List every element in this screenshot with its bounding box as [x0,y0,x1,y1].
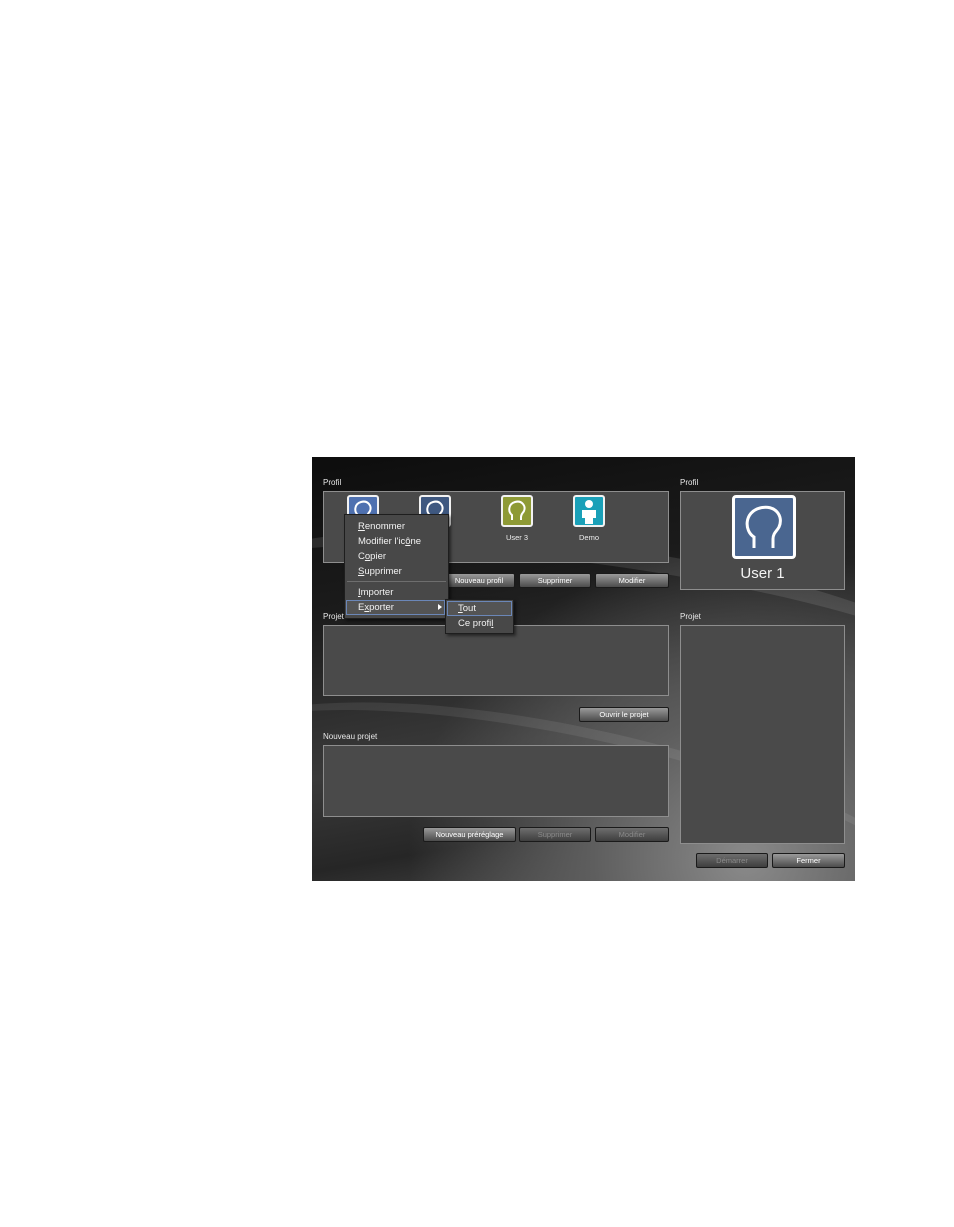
submenu-arrow-icon [438,604,442,610]
new-project-label: Nouveau projet [323,732,378,741]
new-project-list[interactable] [323,745,669,817]
profile-name: User 3 [505,533,529,542]
menu-item-delete[interactable]: Supprimer [358,566,402,577]
new-profile-button[interactable]: Nouveau profil [443,573,515,588]
close-button[interactable]: Fermer [772,853,845,868]
delete-project-button[interactable]: Supprimer [519,827,591,842]
submenu-item-all[interactable]: Tout [458,603,476,614]
start-button[interactable]: Démarrer [696,853,768,868]
menu-item-copy[interactable]: Copier [358,551,386,562]
user-head-icon [732,495,796,559]
menu-separator [347,581,446,582]
profile-section-label: Profil [323,478,342,487]
edit-profile-button[interactable]: Modifier [595,573,669,588]
submenu-item-highlight [447,601,512,616]
context-menu: Renommer Modifier l'icône Copier Supprim… [344,514,449,619]
user-head-icon [501,495,533,527]
project-label: Projet [680,612,701,621]
selected-user-name: User 1 [740,565,785,582]
project-panel [680,625,845,844]
selected-profile-label: Profil [680,478,699,487]
menu-item-export[interactable]: Exporter [358,602,394,613]
new-preset-button[interactable]: Nouveau préréglage [423,827,516,842]
profile-tile-user3[interactable]: User 3 [487,495,547,542]
delete-profile-button[interactable]: Supprimer [519,573,591,588]
submenu-item-this-profile[interactable]: Ce profil [458,618,493,629]
export-submenu: Tout Ce profil [445,599,514,634]
profile-name: Demo [578,533,599,542]
recent-project-list[interactable] [323,625,669,696]
profile-tile-demo[interactable]: Demo [559,495,619,542]
menu-item-rename[interactable]: Renommer [358,521,405,532]
edit-project-button[interactable]: Modifier [595,827,669,842]
open-project-button[interactable]: Ouvrir le projet [579,707,669,722]
profile-manager-window: Profil User 3 Demo Nouveau profil Suppri… [312,457,855,881]
menu-item-change-icon[interactable]: Modifier l'icône [358,536,421,547]
menu-item-import[interactable]: Importer [358,587,393,598]
person-icon [573,495,605,527]
selected-profile-panel: User 1 [680,491,845,590]
